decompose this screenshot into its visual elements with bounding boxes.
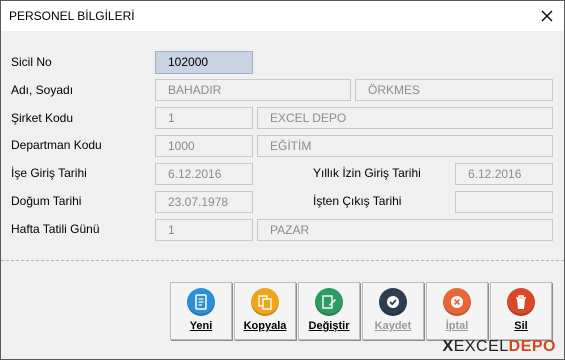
- departman-kodu-field[interactable]: 1000: [155, 135, 253, 157]
- sil-label: Sil: [514, 320, 528, 332]
- departman-kodu-label: Departman Kodu: [11, 138, 102, 152]
- yeni-button[interactable]: Yeni: [170, 282, 232, 340]
- degistir-button[interactable]: Değiştir: [298, 282, 360, 340]
- sirket-adi-field[interactable]: EXCEL DEPO: [257, 107, 553, 129]
- yillik-izin-field[interactable]: 6.12.2016: [455, 163, 553, 185]
- ise-giris-field[interactable]: 6.12.2016: [155, 163, 253, 185]
- copy-icon: [251, 288, 279, 316]
- document-icon: [187, 288, 215, 316]
- dogum-tarihi-label: Doğum Tarihi: [11, 194, 82, 208]
- hafta-tatili-kodu-field[interactable]: 1: [155, 219, 253, 241]
- dogum-tarihi-field[interactable]: 23.07.1978: [155, 191, 253, 213]
- excel-depo-logo: XEXCELDEPO: [442, 338, 556, 355]
- hafta-tatili-gun-field[interactable]: PAZAR: [257, 219, 553, 241]
- close-button[interactable]: [530, 1, 564, 31]
- cancel-icon: [443, 288, 471, 316]
- window-title: PERSONEL BİLGİLERİ: [9, 9, 135, 23]
- ad-soyad-label: Adı, Soyadı: [11, 83, 74, 97]
- sirket-kodu-field[interactable]: 1: [155, 107, 253, 129]
- title-bar: PERSONEL BİLGİLERİ: [1, 1, 564, 31]
- close-icon: [541, 10, 553, 22]
- check-icon: [379, 288, 407, 316]
- hafta-tatili-label: Hafta Tatili Günü: [11, 222, 100, 236]
- isten-cikis-label: İşten Çıkış Tarihi: [313, 194, 402, 208]
- ise-giris-label: İşe Giriş Tarihi: [11, 166, 87, 180]
- kopyala-button[interactable]: Kopyala: [234, 282, 296, 340]
- sirket-kodu-label: Şirket Kodu: [11, 111, 74, 125]
- sil-button[interactable]: Sil: [490, 282, 552, 340]
- departman-adi-field[interactable]: EĞİTİM: [257, 135, 553, 157]
- iptal-button[interactable]: İptal: [426, 282, 488, 340]
- first-name-field[interactable]: BAHADIR: [155, 79, 351, 101]
- isten-cikis-field[interactable]: [455, 191, 553, 213]
- last-name-field[interactable]: ÖRKMES: [355, 79, 553, 101]
- sicil-no-field[interactable]: 102000: [155, 51, 253, 74]
- personel-window: PERSONEL BİLGİLERİ Sicil No 102000 Adı, …: [0, 0, 565, 360]
- edit-icon: [315, 288, 343, 316]
- sicil-no-label: Sicil No: [11, 55, 52, 69]
- kopyala-label: Kopyala: [243, 320, 287, 332]
- yillik-izin-label: Yıllık İzin Giriş Tarihi: [313, 166, 421, 180]
- kaydet-label: Kaydet: [374, 320, 412, 332]
- iptal-label: İptal: [445, 320, 469, 332]
- kaydet-button[interactable]: Kaydet: [362, 282, 424, 340]
- form-divider: [1, 260, 564, 261]
- degistir-label: Değiştir: [308, 320, 350, 332]
- trash-icon: [507, 288, 535, 316]
- yeni-label: Yeni: [189, 320, 213, 332]
